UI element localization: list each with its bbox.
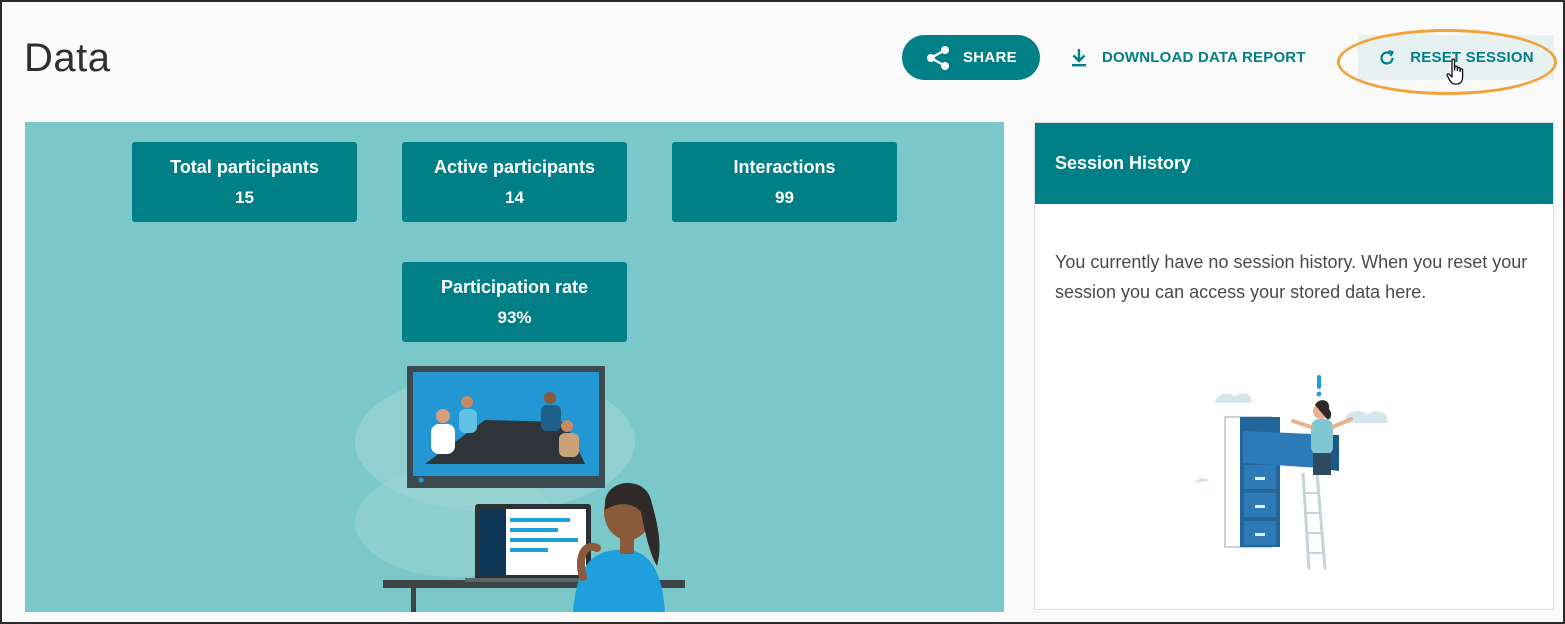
empty-history-illustration (1195, 375, 1388, 570)
stat-participation-rate: Participation rate 93% (402, 262, 627, 342)
stat-label: Total participants (170, 156, 319, 177)
session-history-panel: Session History You currently have no se… (1034, 122, 1554, 610)
stat-value: 93% (497, 307, 532, 327)
share-label: SHARE (962, 49, 1017, 66)
app-window: Data SHARE DOWNLOAD DATA REPORT RESET SE… (0, 0, 1565, 624)
stat-interactions: Interactions 99 (672, 142, 897, 222)
stat-label: Participation rate (440, 276, 589, 297)
statistics-panel: Total participants 15 Active participant… (25, 122, 1004, 612)
stat-active-participants: Active participants 14 (402, 142, 627, 222)
meeting-illustration (355, 366, 685, 612)
stat-value: 14 (505, 187, 524, 207)
stat-label: Interactions (733, 156, 836, 177)
page-title: Data (24, 36, 111, 80)
download-data-report-button[interactable]: DOWNLOAD DATA REPORT (1070, 35, 1306, 80)
stat-label: Active participants (433, 156, 596, 177)
download-icon (1072, 48, 1086, 66)
session-history-empty-message: You currently have no session history. W… (1055, 252, 1528, 302)
pointer-hand-icon (1446, 58, 1464, 85)
refresh-icon (1380, 49, 1395, 65)
stat-value: 15 (235, 187, 254, 207)
share-button[interactable]: SHARE (902, 35, 1040, 80)
stat-total-participants: Total participants 15 (132, 142, 357, 222)
reset-label: RESET SESSION (1410, 49, 1534, 66)
share-icon (926, 45, 949, 70)
download-label: DOWNLOAD DATA REPORT (1102, 49, 1306, 66)
stat-value: 99 (775, 187, 794, 207)
session-history-title: Session History (1035, 123, 1553, 204)
